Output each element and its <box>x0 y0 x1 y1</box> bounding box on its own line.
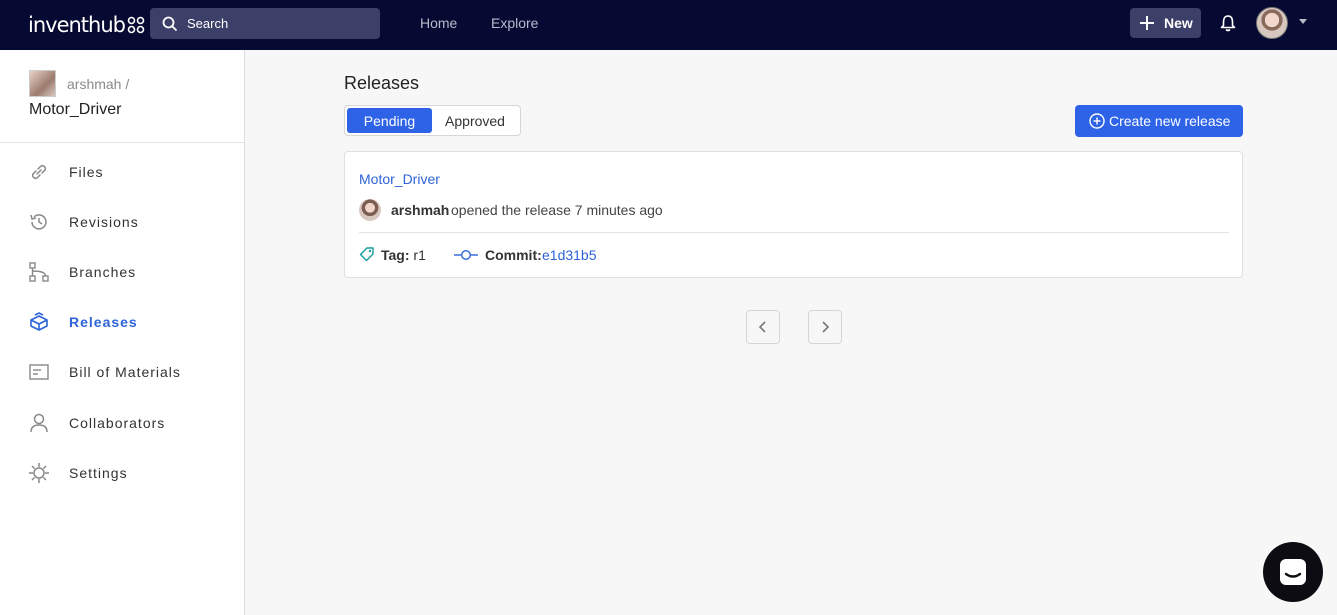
release-title-link[interactable]: Motor_Driver <box>359 171 440 187</box>
tab-approved[interactable]: Approved <box>432 108 518 133</box>
commit-hash-link[interactable]: e1d31b5 <box>542 247 597 263</box>
sidebar-item-settings[interactable]: Settings <box>27 459 237 487</box>
chevron-right-icon <box>822 321 830 333</box>
sidebar-item-label: Files <box>69 164 104 180</box>
link-icon <box>27 160 51 184</box>
search-input[interactable]: Search <box>150 8 380 39</box>
page-title: Releases <box>344 73 420 93</box>
repo-owner-link[interactable]: arshmah / <box>67 76 129 92</box>
user-avatar[interactable] <box>1256 7 1288 39</box>
tag-value: r1 <box>413 247 426 263</box>
nav-explore[interactable]: Explore <box>491 15 538 31</box>
tag-text: Tag: r1 <box>381 247 426 263</box>
search-icon <box>162 16 178 31</box>
sidebar-item-bill-of-materials[interactable]: Bill of Materials <box>27 358 237 386</box>
logo-text: inventhub <box>28 13 126 37</box>
create-new-release-button[interactable]: Create new release <box>1075 105 1243 137</box>
inventhub-logo[interactable]: inventhub <box>28 12 145 38</box>
release-author[interactable]: arshmah <box>391 202 449 218</box>
new-button-label: New <box>1164 15 1193 31</box>
chat-launcher-button[interactable] <box>1263 542 1323 602</box>
chevron-left-icon <box>758 321 766 333</box>
tag-label: Tag: <box>381 247 410 263</box>
sidebar-item-collaborators[interactable]: Collaborators <box>27 409 237 437</box>
sidebar-item-releases[interactable]: Releases <box>27 308 237 336</box>
sidebar-item-label: Releases <box>69 314 138 330</box>
sidebar-item-branches[interactable]: Branches <box>27 258 237 286</box>
gear-icon <box>27 461 51 485</box>
sidebar-item-label: Revisions <box>69 214 139 230</box>
commit-label: Commit: <box>485 247 542 263</box>
box-icon <box>27 310 51 334</box>
list-icon <box>27 360 51 384</box>
sidebar-item-files[interactable]: Files <box>27 158 237 186</box>
sidebar-item-revisions[interactable]: Revisions <box>27 208 237 236</box>
release-activity-text: opened the release 7 minutes ago <box>451 202 663 218</box>
repo-name: Motor_Driver <box>29 101 122 118</box>
sidebar-item-label: Bill of Materials <box>69 364 181 380</box>
sidebar-divider <box>0 142 244 143</box>
sidebar-item-label: Branches <box>69 264 137 280</box>
sidebar-item-label: Collaborators <box>69 415 166 431</box>
tag-icon <box>359 247 374 262</box>
owner-avatar <box>29 70 56 97</box>
card-divider <box>359 232 1229 233</box>
history-icon <box>27 210 51 234</box>
chevron-down-icon[interactable] <box>1299 19 1307 24</box>
branches-icon <box>27 260 51 284</box>
release-status-tabs: Pending Approved <box>344 105 521 136</box>
chat-icon <box>1280 559 1306 585</box>
sidebar-item-label: Settings <box>69 465 128 481</box>
plus-circle-icon <box>1089 113 1105 129</box>
commit-icon <box>454 249 478 261</box>
previous-page-button[interactable] <box>746 310 780 344</box>
top-navbar: inventhub Search Home Explore New <box>0 0 1337 50</box>
bell-icon[interactable] <box>1219 14 1237 32</box>
nav-home[interactable]: Home <box>420 15 457 31</box>
tab-pending[interactable]: Pending <box>347 108 432 133</box>
create-button-label: Create new release <box>1109 113 1231 129</box>
new-button[interactable]: New <box>1130 8 1201 38</box>
person-icon <box>27 411 51 435</box>
sidebar: arshmah / Motor_Driver Files Revisions B… <box>0 50 245 615</box>
logo-mark-icon <box>127 16 145 34</box>
plus-icon <box>1140 16 1154 30</box>
release-card: Motor_Driver arshmah opened the release … <box>344 151 1243 278</box>
next-page-button[interactable] <box>808 310 842 344</box>
search-placeholder: Search <box>187 16 229 31</box>
avatar <box>359 199 381 221</box>
